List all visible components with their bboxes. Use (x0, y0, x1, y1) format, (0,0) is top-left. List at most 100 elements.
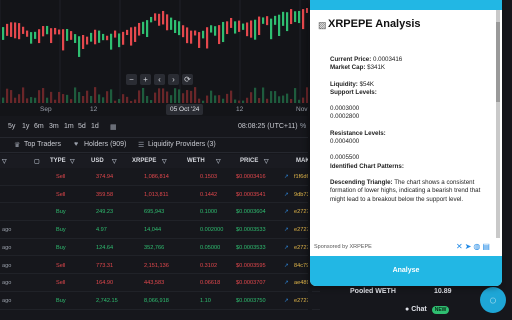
row-age: ago (2, 280, 12, 287)
volume-bar (98, 94, 101, 103)
liquidity-icon: ☰ (138, 142, 145, 149)
volume-bar (86, 90, 89, 103)
liquidity-line: Liquidity: $54K (330, 81, 490, 89)
table-row[interactable]: Buy 249.23 695,943 0.1000 $0.0003604 ↗ e2727 (0, 203, 320, 222)
maker-icon: ↗ (284, 297, 289, 304)
scroll-right-button[interactable]: › (168, 74, 179, 85)
chat-bubble-button[interactable]: ◌ (480, 287, 506, 313)
candle (118, 33, 121, 48)
table-row[interactable]: Sell 374.94 1,086,814 0.1503 $0.0003416 ↗ f1f6… (0, 168, 320, 186)
type-filter-arrow-icon[interactable]: ▽ (70, 158, 75, 165)
row-weth: 1.10 (200, 297, 211, 304)
col-usd[interactable]: USD (91, 158, 104, 164)
candle (10, 22, 13, 37)
volume-bar (150, 100, 153, 103)
volume-bar (270, 91, 273, 103)
scroll-left-button[interactable]: ‹ (154, 74, 165, 85)
volume-bar (286, 93, 289, 103)
price-chart[interactable] (0, 0, 320, 116)
chart-link-icon[interactable]: ▤ (482, 242, 492, 251)
tf-1d[interactable]: 1d (91, 123, 99, 130)
candle (42, 26, 45, 37)
row-weth: 0.06618 (200, 280, 221, 287)
market-cap-label: Market Cap: (330, 64, 366, 72)
x-label-12b: 12 (236, 106, 244, 113)
candle (110, 33, 113, 50)
date-range-icon[interactable]: ▦ (110, 123, 117, 131)
candle (302, 9, 305, 30)
row-type: Sell (56, 262, 66, 269)
volume-bar (102, 97, 105, 103)
support-level-1: 0.0003000 (330, 105, 360, 113)
col-weth[interactable]: WETH (187, 158, 205, 164)
candle (234, 21, 237, 34)
row-maker[interactable]: 84c79 (294, 263, 309, 269)
tab-holders[interactable]: Holders (909) (84, 141, 126, 148)
col-price[interactable]: PRICE (240, 158, 258, 164)
chat-bar[interactable]: ● Chat NEW (405, 306, 450, 320)
liquidity-label: Liquidity: (330, 80, 358, 88)
table-row[interactable]: ago Buy 124.64 352,766 0.05000 $0.0003533 ↗ e27… (0, 238, 320, 257)
row-usd: 249.23 (96, 209, 114, 216)
zoom-out-button[interactable]: − (126, 74, 137, 85)
weth-filter-icon[interactable]: ▽ (216, 158, 221, 165)
tf-1m[interactable]: 1m (64, 123, 74, 130)
tf-3m[interactable]: 3m (49, 123, 59, 130)
pattern-description: Descending Triangle: The chart shows a c… (330, 179, 490, 204)
tf-1y[interactable]: 1y (22, 123, 29, 130)
candle (2, 27, 5, 40)
volume-bar (146, 95, 149, 103)
table-row[interactable]: Sell 359.58 1,013,811 0.1442 $0.0003541 ↗ 9db7… (0, 186, 320, 204)
xrpepe-filter-icon[interactable]: ▽ (162, 158, 167, 165)
candle (190, 30, 193, 44)
col-xrpepe[interactable]: XRPEPE (132, 158, 156, 164)
tab-liquidity-providers[interactable]: Liquidity Providers (3) (148, 141, 216, 148)
zoom-in-button[interactable]: + (140, 74, 151, 85)
twitter-icon[interactable]: ✕ (456, 242, 465, 251)
reset-chart-button[interactable]: ⟳ (182, 74, 193, 85)
table-row[interactable]: ago Buy 4.97 14,044 0.002000 $0.0003533 ↗ e2727 (0, 221, 320, 239)
percent-toggle[interactable]: % (300, 123, 306, 130)
candle (238, 20, 241, 32)
candle (26, 30, 29, 37)
row-age: ago (2, 227, 12, 234)
candle (122, 31, 125, 45)
volume-bar (46, 97, 49, 103)
volume-bar (250, 92, 253, 103)
table-row[interactable]: ago Buy 2,742.15 8,066,918 1.10 $0.0003750 ↗ e2… (0, 292, 320, 310)
panel-scrollbar-thumb[interactable] (496, 22, 500, 102)
col-type[interactable]: TYPE (50, 158, 66, 164)
volume-bar (198, 98, 201, 103)
price-filter-icon[interactable]: ▽ (264, 158, 269, 165)
row-type: Sell (56, 174, 66, 180)
volume-bar (22, 87, 25, 103)
tab-top-traders[interactable]: Top Traders (24, 141, 61, 148)
support-label: Support Levels: (330, 88, 377, 96)
candle (30, 32, 33, 44)
tf-5d[interactable]: 5d (78, 123, 86, 130)
tf-6m[interactable]: 6m (34, 123, 44, 130)
volume-bar (170, 95, 173, 103)
volume-bar (278, 96, 281, 103)
row-xrpepe: 695,943 (144, 209, 165, 216)
candle (290, 9, 293, 25)
candle (142, 21, 145, 34)
candle (286, 12, 289, 32)
analyse-button[interactable]: Analyse (310, 256, 502, 286)
row-xrpepe: 1,086,814 (144, 174, 169, 180)
row-type: Buy (56, 297, 66, 304)
volume-bar (54, 99, 57, 103)
type-filter-icon[interactable]: ▢ (34, 158, 40, 165)
table-row[interactable]: ago Sell 164.90 443,583 0.06618 $0.0003707 ↗ ae… (0, 274, 320, 292)
x-label-nov: Nov (296, 106, 308, 113)
filter-icon[interactable]: ▽ (2, 158, 7, 165)
candle (226, 21, 229, 35)
table-row[interactable]: ago Sell 773.31 2,151,136 0.3102 $0.0003595 ↗ 8… (0, 257, 320, 275)
tf-5y[interactable]: 5y (8, 123, 15, 130)
candle (98, 30, 101, 43)
volume-bar (18, 94, 21, 103)
candle (154, 13, 157, 21)
usd-filter-icon[interactable]: ▽ (112, 158, 117, 165)
candle (218, 25, 221, 45)
candle (262, 17, 265, 24)
